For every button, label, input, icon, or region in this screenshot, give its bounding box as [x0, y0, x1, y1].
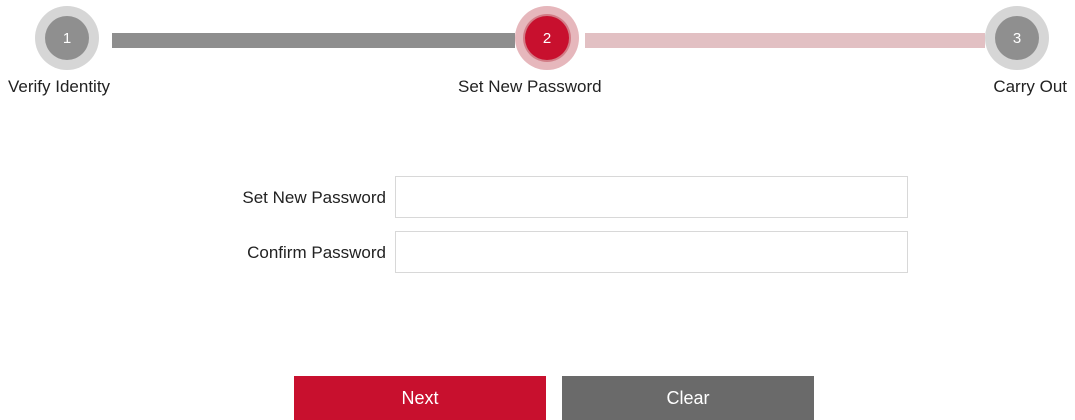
new-password-label: Set New Password: [242, 188, 386, 207]
new-password-input[interactable]: [395, 176, 908, 218]
step-label-carry-out: Carry Out: [993, 77, 1067, 96]
confirm-password-label: Confirm Password: [247, 243, 386, 262]
step-connector-completed: [112, 33, 515, 48]
step-label-verify-identity: Verify Identity: [8, 77, 111, 96]
step-number-3: 3: [995, 16, 1039, 60]
step-number-1: 1: [45, 16, 89, 60]
step-number-2: 2: [525, 16, 569, 60]
new-password-row: Set New Password: [0, 176, 1075, 220]
step-label-set-new-password: Set New Password: [458, 77, 602, 96]
step-indicator-1: 1: [35, 6, 99, 70]
progress-stepper: 1 2 3 Verify Identity Set New Password C…: [0, 0, 1075, 110]
step-indicator-3: 3: [985, 6, 1049, 70]
confirm-password-row: Confirm Password: [0, 231, 1075, 275]
confirm-password-input[interactable]: [395, 231, 908, 273]
step-connector-pending: [585, 33, 985, 48]
step-indicator-2: 2: [515, 6, 579, 70]
clear-button[interactable]: Clear: [562, 376, 814, 420]
next-button[interactable]: Next: [294, 376, 546, 420]
